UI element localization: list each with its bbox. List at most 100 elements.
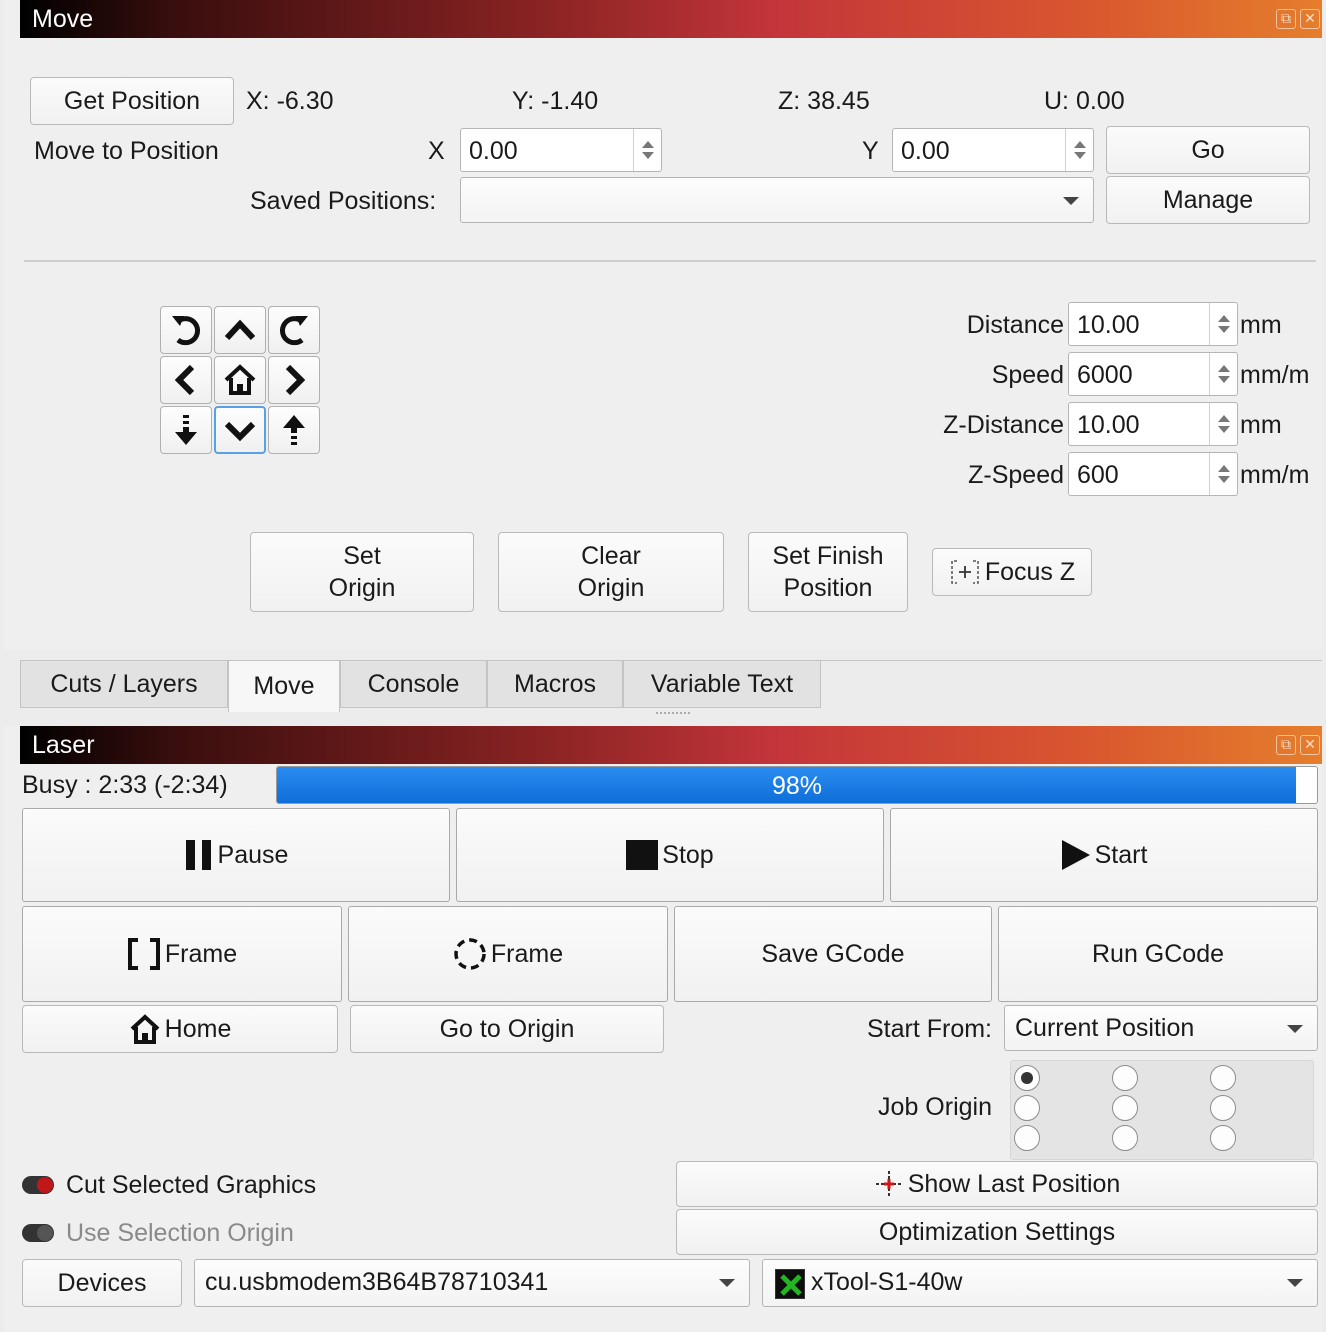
start-from-select[interactable]: Current Position xyxy=(1004,1005,1318,1051)
jog-right-button[interactable] xyxy=(268,356,320,404)
go-to-origin-button[interactable]: Go to Origin xyxy=(350,1005,664,1053)
job-origin-label: Job Origin xyxy=(878,1093,992,1121)
move-panel-titlebar[interactable]: Move ⧉ ✕ xyxy=(20,0,1322,38)
move-panel-title: Move xyxy=(32,5,94,33)
arrow-left-icon xyxy=(174,364,195,396)
stop-button[interactable]: Stop xyxy=(456,808,884,902)
job-origin-top-left[interactable] xyxy=(1014,1065,1040,1091)
stop-icon xyxy=(626,840,659,870)
frame-rect-button[interactable]: Frame xyxy=(22,906,342,1002)
tab-variable-text[interactable]: Variable Text xyxy=(623,660,821,708)
tab-macros[interactable]: Macros xyxy=(487,660,623,708)
progress-text: 98% xyxy=(771,772,823,800)
z-up-button[interactable] xyxy=(268,406,320,454)
port-select[interactable]: cu.usbmodem3B64B78710341 xyxy=(194,1259,750,1307)
xtool-device-icon xyxy=(775,1269,805,1299)
z-distance-label: Z-Distance xyxy=(943,411,1064,439)
set-finish-position-button[interactable]: Set Finish Position xyxy=(748,532,908,612)
arrow-up-icon xyxy=(224,319,256,341)
laser-panel-title: Laser xyxy=(32,731,95,759)
job-origin-bottom-left[interactable] xyxy=(1014,1125,1040,1151)
y-position-input[interactable]: 0.00 xyxy=(892,128,1094,172)
move-to-position-label: Move to Position xyxy=(34,137,219,165)
devices-button[interactable]: Devices xyxy=(22,1259,182,1307)
z-speed-unit: mm/m xyxy=(1240,461,1310,489)
chevron-down-icon xyxy=(1287,1025,1303,1033)
divider xyxy=(24,260,1316,262)
start-button[interactable]: Start xyxy=(890,808,1318,902)
device-select[interactable]: xTool-S1-40w xyxy=(762,1259,1318,1307)
job-origin-middle-left[interactable] xyxy=(1014,1095,1040,1121)
set-origin-button[interactable]: Set Origin xyxy=(250,532,474,612)
job-origin-middle-right[interactable] xyxy=(1210,1095,1236,1121)
job-origin-center[interactable] xyxy=(1112,1095,1138,1121)
save-gcode-button[interactable]: Save GCode xyxy=(674,906,992,1002)
job-origin-top-center[interactable] xyxy=(1112,1065,1138,1091)
position-x-readout: X: -6.30 xyxy=(246,87,334,115)
home-button[interactable]: Home xyxy=(22,1005,338,1053)
rotate-ccw-button[interactable] xyxy=(160,306,212,354)
tab-console[interactable]: Console xyxy=(340,660,487,708)
job-origin-bottom-right[interactable] xyxy=(1210,1125,1236,1151)
show-last-position-button[interactable]: Show Last Position xyxy=(676,1161,1318,1207)
jog-down-button[interactable] xyxy=(214,406,266,454)
z-down-icon xyxy=(175,415,197,445)
float-icon[interactable]: ⧉ xyxy=(1276,9,1296,29)
job-origin-group xyxy=(1010,1060,1314,1160)
frame-circle-button[interactable]: Frame xyxy=(348,906,668,1002)
z-speed-label: Z-Speed xyxy=(968,461,1064,489)
jog-up-button[interactable] xyxy=(214,306,266,354)
focus-z-button[interactable]: Focus Z xyxy=(932,548,1092,596)
play-icon xyxy=(1061,840,1090,870)
arrow-down-icon xyxy=(224,421,256,442)
chevron-down-icon xyxy=(1063,197,1079,205)
float-icon[interactable]: ⧉ xyxy=(1276,735,1296,755)
saved-positions-label: Saved Positions: xyxy=(250,187,437,215)
run-gcode-button[interactable]: Run GCode xyxy=(998,906,1318,1002)
splitter-handle[interactable] xyxy=(656,712,690,718)
close-icon[interactable]: ✕ xyxy=(1300,735,1320,755)
manage-button[interactable]: Manage xyxy=(1106,176,1310,224)
tab-cuts-layers[interactable]: Cuts / Layers xyxy=(20,660,228,708)
frame-rect-icon xyxy=(127,938,160,970)
position-y-readout: Y: -1.40 xyxy=(512,87,599,115)
home-icon xyxy=(224,364,256,395)
z-down-button[interactable] xyxy=(160,406,212,454)
arrow-right-icon xyxy=(285,364,306,396)
laser-panel-titlebar[interactable]: Laser ⧉ ✕ xyxy=(20,726,1322,764)
job-origin-bottom-center[interactable] xyxy=(1112,1125,1138,1151)
saved-positions-select[interactable] xyxy=(460,177,1094,223)
close-icon[interactable]: ✕ xyxy=(1300,9,1320,29)
rotate-cw-button[interactable] xyxy=(268,306,320,354)
go-button[interactable]: Go xyxy=(1106,126,1310,174)
speed-label: Speed xyxy=(991,361,1064,389)
distance-unit: mm xyxy=(1240,311,1282,339)
z-up-icon xyxy=(283,415,305,445)
clear-origin-button[interactable]: Clear Origin xyxy=(498,532,724,612)
pause-button[interactable]: Pause xyxy=(22,808,450,902)
z-distance-unit: mm xyxy=(1240,411,1282,439)
position-z-readout: Z: 38.45 xyxy=(778,87,870,115)
cut-selected-toggle[interactable] xyxy=(22,1176,54,1194)
chevron-down-icon xyxy=(719,1279,735,1287)
z-distance-input[interactable]: 10.00 xyxy=(1068,402,1238,446)
jog-home-button[interactable] xyxy=(214,356,266,404)
job-origin-top-right[interactable] xyxy=(1210,1065,1236,1091)
speed-input[interactable]: 6000 xyxy=(1068,352,1238,396)
home-icon xyxy=(130,1014,160,1044)
use-selection-origin-toggle[interactable] xyxy=(22,1224,54,1242)
z-speed-input[interactable]: 600 xyxy=(1068,452,1238,496)
distance-input[interactable]: 10.00 xyxy=(1068,302,1238,346)
chevron-down-icon xyxy=(1287,1279,1303,1287)
optimization-settings-button[interactable]: Optimization Settings xyxy=(676,1209,1318,1255)
jog-left-button[interactable] xyxy=(160,356,212,404)
x-field-label: X xyxy=(428,137,445,165)
use-selection-origin-label: Use Selection Origin xyxy=(66,1219,294,1247)
job-status-text: Busy : 2:33 (-2:34) xyxy=(22,771,228,799)
crosshair-icon xyxy=(875,1171,902,1197)
tab-move[interactable]: Move xyxy=(228,660,340,712)
start-from-label: Start From: xyxy=(866,1015,992,1043)
rotate-cw-icon xyxy=(280,316,308,346)
get-position-button[interactable]: Get Position xyxy=(30,77,234,125)
x-position-input[interactable]: 0.00 xyxy=(460,128,662,172)
